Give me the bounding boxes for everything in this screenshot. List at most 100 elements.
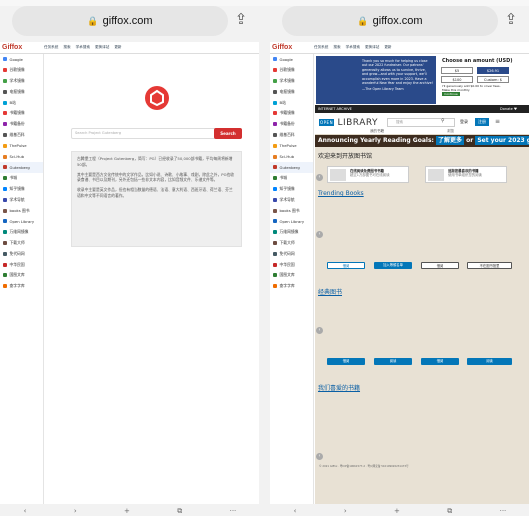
sidebar-item[interactable]: 学术镜像 bbox=[0, 76, 43, 87]
search-icon[interactable]: ⚲ bbox=[441, 118, 445, 124]
sidebar-item[interactable]: 书籍备份 bbox=[0, 119, 43, 130]
carousel-prev[interactable]: ‹ bbox=[316, 453, 323, 460]
section-trending[interactable]: Trending Books bbox=[318, 190, 364, 197]
sidebar-item[interactable]: books 图书 bbox=[0, 205, 43, 216]
openlibrary-logo[interactable]: OPEN LIBRARY bbox=[319, 118, 378, 128]
topbar-link[interactable]: 更换译站 bbox=[95, 45, 109, 50]
topbar-link[interactable]: 搜索 bbox=[333, 45, 340, 50]
borrow-button[interactable]: 借阅 bbox=[421, 358, 459, 365]
continue-button[interactable]: Continue bbox=[442, 92, 460, 96]
sidebar-item[interactable]: 中华民国 bbox=[0, 259, 43, 270]
amount-option[interactable]: Custom: $ bbox=[477, 76, 509, 83]
sidebar-item[interactable]: 知乎镜像 bbox=[270, 184, 313, 195]
read-button[interactable]: 阅读 bbox=[374, 358, 412, 365]
sidebar-item[interactable]: 书城 bbox=[0, 173, 43, 184]
read-button[interactable]: 阅读 bbox=[467, 358, 512, 365]
new-tab-icon[interactable]: + bbox=[124, 507, 130, 515]
site-logo[interactable]: Giffox bbox=[0, 44, 44, 51]
forward-icon[interactable]: › bbox=[344, 507, 347, 515]
sidebar-item[interactable]: 万维网镜像 bbox=[270, 227, 313, 238]
sidebar-item[interactable]: 查字字库 bbox=[270, 281, 313, 292]
learn-more-button[interactable]: 了解更多 bbox=[436, 136, 465, 145]
sidebar-item[interactable]: 下载大师 bbox=[270, 238, 313, 249]
sidebar-item[interactable]: 维基百科 bbox=[0, 130, 43, 141]
site-logo[interactable]: Giffox bbox=[270, 44, 314, 51]
topbar-link[interactable]: 学术搜索 bbox=[76, 45, 90, 50]
amount-option[interactable]: $5 bbox=[441, 67, 473, 74]
sidebar-item[interactable]: Gutenberg bbox=[0, 161, 43, 173]
topbar-link[interactable]: 更新 bbox=[384, 45, 391, 50]
sidebar-item[interactable]: 维基百科 bbox=[270, 130, 313, 141]
mybooks-link[interactable]: 我的书籍 bbox=[370, 129, 384, 134]
sidebar-item[interactable]: Google bbox=[0, 54, 43, 65]
sidebar-item[interactable]: ThePulse bbox=[270, 140, 313, 151]
sidebar-item[interactable]: B站 bbox=[270, 97, 313, 108]
sidebar-item[interactable]: ThePulse bbox=[0, 140, 43, 151]
topbar-link[interactable]: 更换译站 bbox=[365, 45, 379, 50]
sidebar-item[interactable]: 谷歌镜像 bbox=[0, 65, 43, 76]
sidebar-item[interactable]: books 图书 bbox=[270, 205, 313, 216]
topbar-link[interactable]: 更新 bbox=[114, 45, 121, 50]
ia-label[interactable]: INTERNET ARCHIVE bbox=[318, 107, 352, 111]
sidebar-item[interactable]: Open Library bbox=[0, 216, 43, 227]
new-tab-icon[interactable]: + bbox=[394, 507, 400, 515]
sidebar-item[interactable]: B站 bbox=[0, 97, 43, 108]
sidebar-item[interactable]: 下载大师 bbox=[0, 238, 43, 249]
section-favorites[interactable]: 我们喜爱的书籍 bbox=[318, 383, 360, 392]
waitlist-button[interactable]: 加入等候名单 bbox=[374, 262, 412, 269]
sidebar-item[interactable]: Google bbox=[270, 54, 313, 65]
sidebar-item[interactable]: Open Library bbox=[270, 216, 313, 227]
sidebar-item[interactable]: 谷歌镜像 bbox=[270, 65, 313, 76]
sidebar-item[interactable]: 免代码网 bbox=[270, 248, 313, 259]
register-button[interactable]: 注册 bbox=[475, 118, 489, 126]
topbar-link[interactable]: 任务系统 bbox=[314, 45, 328, 50]
topbar-link[interactable]: 搜索 bbox=[63, 45, 70, 50]
section-classics[interactable]: 经典图书 bbox=[318, 287, 342, 296]
sidebar-item[interactable]: 国图文库 bbox=[270, 270, 313, 281]
sidebar-item[interactable]: 学术导航 bbox=[0, 194, 43, 205]
ia-donate-button[interactable]: Donate ♥ bbox=[500, 105, 517, 113]
back-icon[interactable]: ‹ bbox=[24, 507, 27, 515]
sidebar-item[interactable]: Sci-Hub bbox=[0, 151, 43, 162]
back-icon[interactable]: ‹ bbox=[294, 507, 297, 515]
sidebar-item[interactable]: 学术导航 bbox=[270, 194, 313, 205]
sidebar-item[interactable]: 国图文库 bbox=[0, 270, 43, 281]
borrow-button[interactable]: 借阅 bbox=[327, 262, 365, 269]
more-icon[interactable]: ··· bbox=[500, 507, 507, 515]
sidebar-item[interactable]: Sci-Hub bbox=[270, 151, 313, 162]
sidebar-item[interactable]: 电报镜像 bbox=[270, 86, 313, 97]
sidebar-item[interactable]: 中华民国 bbox=[270, 259, 313, 270]
share-icon[interactable]: ⇪ bbox=[231, 10, 251, 32]
sidebar-item[interactable]: 知乎镜像 bbox=[0, 184, 43, 195]
sidebar-item[interactable]: Gutenberg bbox=[270, 161, 313, 173]
sidebar-item[interactable]: 书籍镜像 bbox=[0, 108, 43, 119]
amount-option[interactable]: $100 bbox=[441, 76, 473, 83]
sidebar-item[interactable]: 书城 bbox=[270, 173, 313, 184]
address-bar[interactable]: 🔒 giffox.com bbox=[282, 6, 498, 36]
sidebar-item[interactable]: 书籍备份 bbox=[270, 119, 313, 130]
search-button[interactable]: Search bbox=[214, 128, 242, 139]
carousel-prev[interactable]: ‹ bbox=[316, 174, 323, 181]
amount-option[interactable]: $26.91 bbox=[477, 67, 509, 74]
not-in-library-button[interactable]: 不在图书馆里 bbox=[467, 262, 512, 269]
sidebar-item[interactable]: 学术镜像 bbox=[270, 76, 313, 87]
login-link[interactable]: 登录 bbox=[460, 119, 468, 125]
borrow-button[interactable]: 借阅 bbox=[421, 262, 459, 269]
browse-menu[interactable]: 浏览 bbox=[447, 129, 454, 134]
forward-icon[interactable]: › bbox=[74, 507, 77, 515]
sidebar-item[interactable]: 电报镜像 bbox=[0, 86, 43, 97]
set-goal-button[interactable]: Set your 2023 goal bbox=[475, 136, 529, 145]
more-icon[interactable]: ··· bbox=[230, 507, 237, 515]
carousel-prev[interactable]: ‹ bbox=[316, 327, 323, 334]
borrow-button[interactable]: 借阅 bbox=[327, 358, 365, 365]
tabs-icon[interactable]: ⧉ bbox=[177, 507, 182, 516]
sidebar-item[interactable]: 查字字库 bbox=[0, 281, 43, 292]
share-icon[interactable]: ⇪ bbox=[501, 10, 521, 32]
sidebar-item[interactable]: 书籍镜像 bbox=[270, 108, 313, 119]
feature-card[interactable]: 追踪您最喜欢的书籍 使用书单组织您的阅读 bbox=[425, 166, 507, 183]
sidebar-item[interactable]: 万维网镜像 bbox=[0, 227, 43, 238]
carousel-prev[interactable]: ‹ bbox=[316, 231, 323, 238]
sidebar-item[interactable]: 免代码网 bbox=[0, 248, 43, 259]
topbar-link[interactable]: 学术搜索 bbox=[346, 45, 360, 50]
feature-card[interactable]: 在线阅读免费图书书籍 超过1万部图书可在线阅读 bbox=[327, 166, 409, 183]
